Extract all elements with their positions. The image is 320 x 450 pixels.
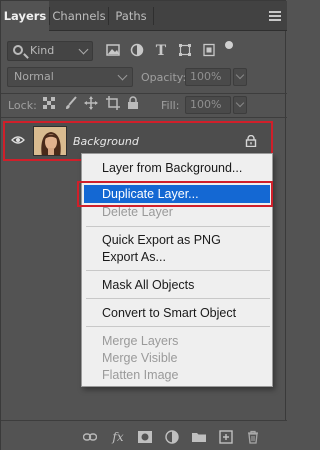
fill-value: 100% — [190, 98, 222, 111]
menu-item-mask-all-objects[interactable]: Mask All Objects — [82, 276, 274, 294]
opacity-input[interactable]: 100% — [185, 68, 231, 86]
layer-thumbnail[interactable] — [33, 126, 67, 156]
lock-transparent-pixels-icon[interactable] — [41, 96, 57, 112]
add-mask-icon[interactable] — [138, 430, 152, 444]
menu-separator — [86, 270, 270, 271]
link-layers-icon[interactable] — [82, 430, 98, 444]
tab-layers[interactable]: Layers — [1, 1, 49, 31]
panel-menu-icon[interactable] — [269, 11, 281, 21]
opacity-dropdown[interactable] — [233, 68, 247, 86]
fill-label: Fill: — [161, 99, 180, 112]
search-icon — [13, 45, 23, 55]
menu-item-merge-visible[interactable]: Merge Visible — [82, 349, 274, 367]
menu-item-flatten-image[interactable]: Flatten Image — [82, 366, 274, 384]
delete-layer-trash-icon[interactable] — [246, 430, 260, 444]
filter-kind-select[interactable]: Kind — [7, 41, 93, 61]
panel-tab-bar: Layers Channels Paths — [1, 1, 287, 31]
filter-kind-label: Kind — [30, 44, 55, 57]
lock-position-icon[interactable] — [83, 96, 99, 112]
menu-item-layer-from-background[interactable]: Layer from Background... — [82, 159, 274, 177]
divider — [1, 93, 287, 94]
layer-style-fx-icon[interactable]: fx — [111, 430, 125, 444]
layer-name[interactable]: Background — [73, 135, 139, 148]
menu-separator — [86, 226, 270, 227]
type-layer-filter-icon[interactable]: T — [153, 43, 169, 59]
blend-mode-value: Normal — [14, 70, 54, 83]
eye-icon[interactable] — [11, 135, 25, 145]
menu-item-quick-export-png[interactable]: Quick Export as PNG — [82, 231, 274, 249]
chevron-down-icon — [117, 70, 128, 81]
lock-all-icon[interactable] — [125, 96, 141, 112]
lock-icon[interactable] — [245, 134, 257, 148]
adjustment-layer-filter-icon[interactable] — [129, 43, 145, 59]
tab-divider — [153, 7, 154, 25]
filter-toggle-icon[interactable] — [225, 41, 233, 49]
menu-item-convert-to-smart-object[interactable]: Convert to Smart Object — [82, 304, 274, 322]
panel-bottom-bar: fx — [1, 421, 287, 450]
blend-mode-select[interactable]: Normal — [7, 67, 133, 87]
annotation-highlight-frame — [77, 181, 273, 207]
chevron-down-icon — [235, 70, 245, 80]
fill-dropdown[interactable] — [233, 96, 247, 114]
smart-object-filter-icon[interactable] — [201, 43, 217, 59]
pixel-layer-filter-icon[interactable] — [105, 43, 121, 59]
chevron-down-icon — [78, 44, 89, 55]
chevron-down-icon — [235, 98, 245, 108]
menu-separator — [86, 298, 270, 299]
divider — [1, 117, 287, 118]
opacity-value: 100% — [190, 70, 222, 83]
new-adjustment-layer-icon[interactable] — [165, 430, 179, 444]
lock-label: Lock: — [8, 99, 37, 112]
lock-artboard-icon[interactable] — [105, 96, 121, 112]
new-layer-icon[interactable] — [219, 430, 233, 444]
lock-image-pixels-icon[interactable] — [63, 96, 79, 112]
menu-separator — [86, 326, 270, 327]
tab-channels[interactable]: Channels — [50, 1, 108, 31]
tab-paths[interactable]: Paths — [109, 1, 153, 31]
fill-input[interactable]: 100% — [185, 96, 231, 114]
opacity-label: Opacity: — [141, 71, 187, 84]
shape-layer-filter-icon[interactable] — [177, 43, 193, 59]
new-group-folder-icon[interactable] — [192, 430, 206, 444]
menu-item-export-as[interactable]: Export As... — [82, 248, 274, 266]
menu-item-merge-layers[interactable]: Merge Layers — [82, 332, 274, 350]
layers-panel: Layers Channels Paths Kind T Normal Opac… — [0, 0, 287, 450]
